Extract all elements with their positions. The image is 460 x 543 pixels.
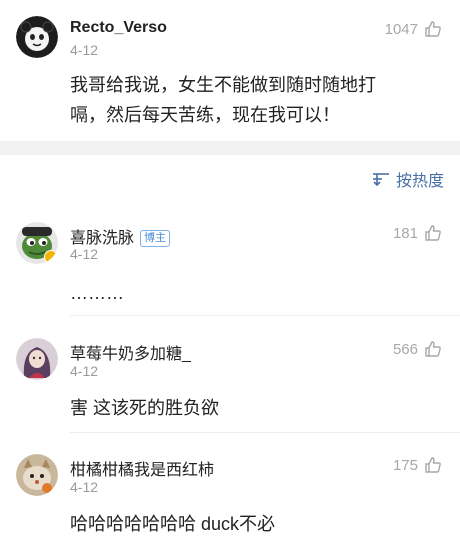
author-badge: 博主 [140, 230, 171, 247]
comment-date: 4-12 [70, 363, 99, 379]
like-count: 181 [392, 224, 418, 242]
username[interactable]: 柑橘柑橘我是西红柿 [70, 456, 214, 480]
list-item: 喜脉洗脉 博主 4-12 181 ……… [0, 212, 460, 316]
sort-by-hot-button[interactable]: 按热度 [372, 167, 444, 191]
username-text: 喜脉洗脉 [70, 230, 135, 247]
comment-text: ……… [70, 283, 124, 303]
sort-label: 按热度 [395, 173, 444, 190]
list-item: 草莓牛奶多加糖_ 4-12 566 害 这该死的胜负欲 [0, 316, 460, 433]
comment-text-line: 嗝，然后每天苦练，现在我可以！ [70, 105, 340, 125]
thumbs-up-icon [425, 341, 441, 357]
avatar[interactable] [16, 338, 58, 380]
like-count: 175 [392, 456, 418, 474]
comment-date: 4-12 [70, 42, 99, 58]
like-button[interactable]: 1047 [385, 20, 442, 38]
main-comment: Recto_Verso 4-12 1047 我哥给我说，女生不能做到随时随地打 … [0, 0, 460, 148]
sort-bar: 按热度 [0, 155, 460, 205]
like-button[interactable]: 566 [393, 340, 442, 358]
verified-badge-icon [44, 250, 58, 264]
comment-text: 害 这该死的胜负欲 [70, 398, 220, 418]
list-item: 柑橘柑橘我是西红柿 4-12 175 哈哈哈哈哈哈哈 duck不必 [0, 432, 460, 543]
avatar[interactable] [16, 454, 58, 496]
like-button[interactable]: 181 [393, 224, 442, 242]
comment-date: 4-12 [70, 479, 99, 495]
avatar[interactable] [16, 16, 58, 58]
thumbs-up-icon [425, 21, 441, 37]
username[interactable]: Recto_Verso [70, 19, 167, 37]
thumbs-up-icon [425, 457, 441, 473]
like-button[interactable]: 175 [393, 456, 442, 474]
section-separator [0, 141, 460, 155]
comment-text-line: 我哥给我说，女生不能做到随时随地打 [70, 75, 376, 95]
sort-icon [372, 173, 389, 187]
comment-text: 哈哈哈哈哈哈哈 duck不必 [70, 514, 276, 534]
comment-date: 4-12 [70, 246, 99, 262]
thumbs-up-icon [425, 225, 441, 241]
like-count: 1047 [384, 20, 418, 38]
avatar[interactable] [16, 222, 58, 264]
username[interactable]: 草莓牛奶多加糖_ [70, 340, 191, 364]
comment-text: 我哥给我说，女生不能做到随时随地打 嗝，然后每天苦练，现在我可以！ [70, 70, 376, 130]
username[interactable]: 喜脉洗脉 博主 [70, 224, 171, 248]
like-count: 566 [392, 340, 418, 358]
